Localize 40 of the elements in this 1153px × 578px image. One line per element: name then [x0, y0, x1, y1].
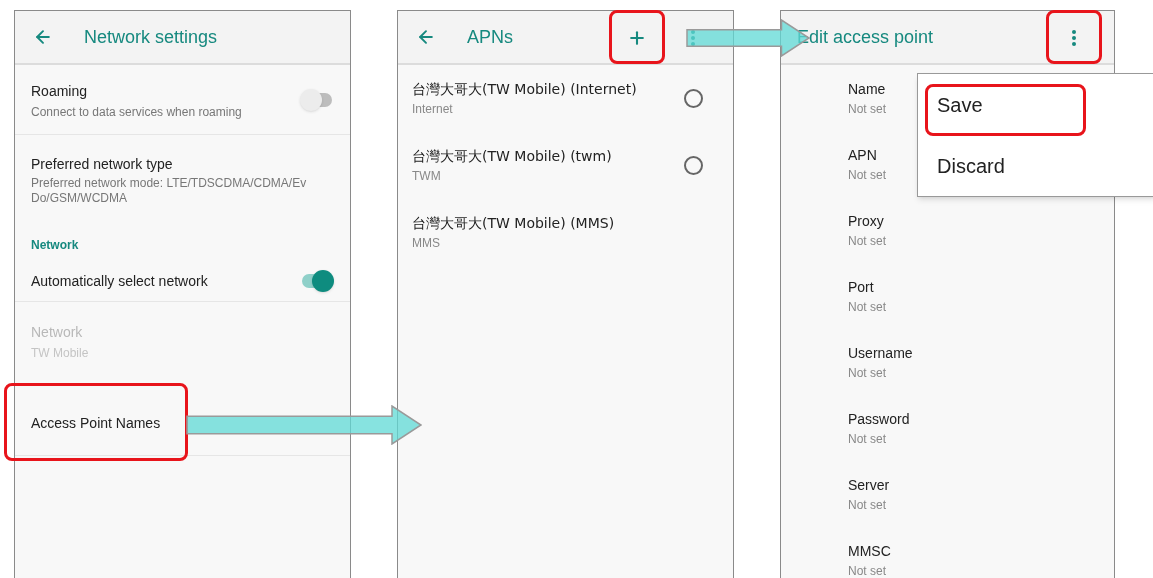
- apn-value: MMS: [412, 235, 440, 252]
- radio-button[interactable]: [684, 89, 703, 108]
- field-value: Not set: [848, 496, 886, 514]
- radio-button[interactable]: [684, 156, 703, 175]
- field-label[interactable]: Port: [848, 276, 874, 298]
- field-label[interactable]: MMSC: [848, 540, 891, 562]
- field-label[interactable]: Password: [848, 408, 910, 430]
- toggle-switch[interactable]: [300, 88, 334, 111]
- menu-item[interactable]: Save: [918, 74, 1153, 135]
- apn-value: TWM: [412, 168, 441, 185]
- field-label[interactable]: Name: [848, 78, 886, 100]
- setting-title: Roaming: [31, 82, 88, 99]
- more-icon: [1072, 30, 1076, 46]
- setting-title: Automatically select network: [31, 272, 208, 289]
- field-label[interactable]: Server: [848, 474, 890, 496]
- apn-name[interactable]: 台灣大哥大(TW Mobile) (Internet): [412, 79, 637, 100]
- field-label[interactable]: Username: [848, 342, 913, 364]
- screen-title: Edit access point: [797, 25, 934, 49]
- setting-summary: Preferred network mode: LTE/TDSCDMA/CDMA/EvDo/GSM/WCDMA: [31, 175, 308, 206]
- field-label[interactable]: APN: [848, 144, 877, 166]
- setting-summary: Connect to data services when roaming: [31, 103, 242, 121]
- add-icon: [627, 28, 647, 48]
- apn-name[interactable]: 台灣大哥大(TW Mobile) (twm): [412, 146, 612, 167]
- apn-name[interactable]: 台灣大哥大(TW Mobile) (MMS): [412, 213, 615, 234]
- field-label[interactable]: Proxy: [848, 210, 884, 232]
- menu-item[interactable]: Discard: [918, 135, 1153, 196]
- field-value: Not set: [848, 430, 886, 448]
- field-value: Not set: [848, 100, 886, 118]
- toggle-switch[interactable]: [300, 269, 334, 292]
- screen-title: APNs: [467, 25, 513, 49]
- field-value: Not set: [848, 562, 886, 578]
- field-value: Not set: [848, 364, 886, 382]
- setting-title: Preferred network type: [31, 155, 173, 172]
- field-value: Not set: [848, 298, 886, 316]
- category-header: Network: [31, 237, 79, 254]
- screen-title: Network settings: [84, 25, 218, 49]
- setting-title[interactable]: Access Point Names: [31, 414, 161, 431]
- apn-value: Internet: [412, 101, 453, 118]
- field-value: Not set: [848, 166, 886, 184]
- field-value: Not set: [848, 232, 886, 250]
